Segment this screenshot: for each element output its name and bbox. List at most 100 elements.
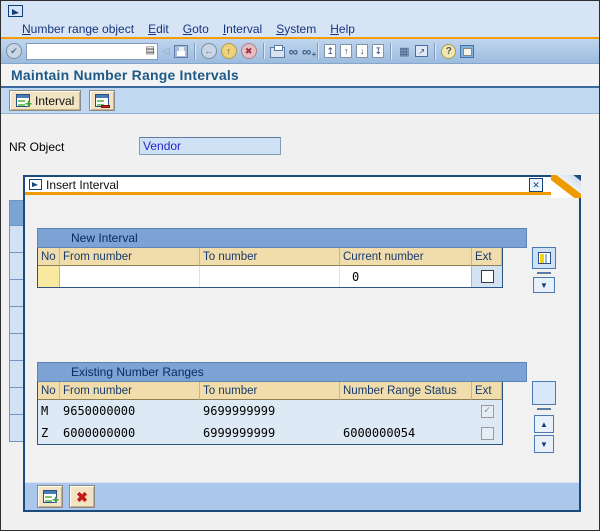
scroll-up-icon[interactable]: ▲ — [534, 415, 554, 433]
range-to: 6999999999 — [200, 422, 340, 444]
current-number-input[interactable]: 0 — [340, 266, 472, 287]
dialog-content: New Interval No From number To number Cu… — [25, 195, 579, 482]
find-icon[interactable]: ∞ — [289, 45, 298, 58]
toolbar-separator — [262, 43, 264, 59]
help-icon[interactable]: ? — [441, 43, 457, 59]
nr-object-label: NR Object — [9, 140, 65, 154]
first-page-icon[interactable]: ↥ — [324, 44, 337, 58]
scrollbar-thumb[interactable] — [537, 408, 551, 410]
existing-ranges-group: Existing Number Ranges No From number To… — [37, 362, 557, 453]
window-titlebar — [1, 1, 599, 20]
exit-icon[interactable]: ↑ — [220, 43, 237, 59]
create-shortcut-icon[interactable]: ↗ — [415, 45, 429, 57]
column-header-no: No — [38, 382, 60, 400]
existing-ranges-section-title: Existing Number Ranges — [71, 365, 204, 379]
column-header-ext: Ext — [472, 248, 502, 266]
command-history-icon[interactable]: ▤ — [146, 46, 155, 56]
range-no: Z — [38, 422, 60, 444]
enter-icon[interactable]: ✔ — [6, 43, 22, 59]
new-interval-section-title-band: New Interval — [37, 228, 527, 248]
interval-add-icon: + — [16, 94, 32, 110]
menu-edit[interactable]: Edit — [141, 22, 176, 36]
ext-checkbox[interactable] — [480, 270, 494, 283]
menu-number-range-object[interactable]: Number range object — [15, 22, 141, 36]
scrollbar-track — [532, 381, 556, 405]
table-settings-button[interactable] — [532, 247, 556, 269]
column-header-to-number: To number — [200, 248, 340, 266]
command-input[interactable] — [29, 45, 144, 57]
ext-checkbox — [480, 404, 494, 418]
dropdown-button[interactable]: ▼ — [533, 277, 555, 293]
ext-cell — [472, 422, 502, 444]
dialog-titlebar[interactable]: Insert Interval ✕ — [25, 175, 581, 198]
ext-cell — [472, 266, 502, 287]
menu-help[interactable]: Help — [323, 22, 362, 36]
scroll-down-icon[interactable]: ▼ — [534, 435, 554, 453]
existing-ranges-scrollbar: ▲ ▼ — [531, 381, 557, 453]
work-area: NR Object Vendor Insert Interval ✕ New I… — [1, 114, 599, 526]
new-interval-side-panel: ▼ — [531, 247, 557, 293]
menu-bar: Number range object Edit Goto Interval S… — [1, 20, 599, 37]
table-settings-icon — [537, 252, 551, 264]
new-interval-header-row: No From number To number Current number … — [38, 248, 502, 266]
print-icon[interactable] — [269, 44, 285, 58]
red-x-icon: ✖ — [76, 488, 88, 505]
column-header-no: No — [38, 248, 60, 266]
no-input-cell[interactable] — [38, 266, 60, 287]
collapse-field-icon[interactable]: ◁ — [162, 46, 170, 57]
toolbar-separator — [193, 43, 195, 59]
existing-ranges-table: No From number To number Number Range St… — [37, 382, 503, 445]
menu-goto[interactable]: Goto — [176, 22, 216, 36]
existing-ranges-section-title-band: Existing Number Ranges — [37, 362, 527, 382]
save-icon[interactable] — [173, 44, 188, 58]
title-band: Maintain Number Range Intervals — [1, 64, 599, 88]
confirm-insert-button[interactable]: + — [37, 485, 63, 508]
next-page-icon[interactable]: ↓ — [356, 44, 369, 58]
customize-layout-icon[interactable] — [460, 44, 475, 58]
dialog-sap-icon — [29, 179, 42, 190]
range-status — [340, 400, 472, 422]
panel-divider — [537, 272, 551, 274]
range-status: 6000000054 — [340, 422, 472, 444]
find-next-icon[interactable]: ∞ — [302, 45, 317, 59]
new-interval-table: No From number To number Current number … — [37, 248, 503, 288]
column-header-number-range-status: Number Range Status — [340, 382, 472, 400]
command-field-wrap: ▤ — [26, 42, 158, 60]
column-header-from-number: From number — [60, 382, 200, 400]
from-number-input[interactable] — [60, 266, 200, 287]
range-from: 9650000000 — [60, 400, 200, 422]
toolbar-separator — [434, 43, 436, 59]
new-session-icon[interactable]: ▦ — [397, 45, 411, 58]
insert-interval-dialog: Insert Interval ✕ New Interval No From n… — [23, 175, 581, 512]
table-row[interactable]: M 9650000000 9699999999 — [38, 400, 502, 422]
dialog-close-icon[interactable]: ✕ — [529, 178, 543, 192]
existing-ranges-header-row: No From number To number Number Range St… — [38, 382, 502, 400]
insert-interval-label: Interval — [35, 93, 75, 108]
column-header-current-number: Current number — [340, 248, 472, 266]
cancel-icon[interactable]: ✖ — [240, 43, 257, 59]
new-interval-input-row: 0 — [38, 266, 502, 287]
menu-system[interactable]: System — [269, 22, 323, 36]
menu-interval[interactable]: Interval — [216, 22, 269, 36]
to-number-input[interactable] — [200, 266, 340, 287]
delete-interval-button[interactable] — [89, 90, 116, 111]
column-header-to-number: To number — [200, 382, 340, 400]
range-from: 6000000000 — [60, 422, 200, 444]
application-toolbar: + Interval — [1, 88, 599, 114]
table-row[interactable]: Z 6000000000 6999999999 6000000054 — [38, 422, 502, 444]
column-header-ext: Ext — [472, 382, 502, 400]
insert-interval-button[interactable]: + Interval — [9, 90, 82, 111]
cancel-dialog-button[interactable]: ✖ — [69, 485, 95, 508]
page-title: Maintain Number Range Intervals — [11, 67, 239, 83]
nr-object-field[interactable]: Vendor — [139, 137, 281, 155]
dialog-title: Insert Interval — [46, 177, 119, 192]
previous-page-icon[interactable]: ↑ — [340, 44, 353, 58]
toolbar-separator — [317, 43, 319, 59]
last-page-icon[interactable]: ↧ — [372, 44, 385, 58]
sap-window: Number range object Edit Goto Interval S… — [0, 0, 600, 531]
interval-delete-icon — [95, 94, 111, 108]
ext-checkbox — [480, 426, 494, 440]
new-interval-group: New Interval No From number To number Cu… — [37, 228, 557, 293]
toolbar-separator — [390, 43, 392, 59]
back-icon[interactable]: ← — [200, 43, 217, 59]
